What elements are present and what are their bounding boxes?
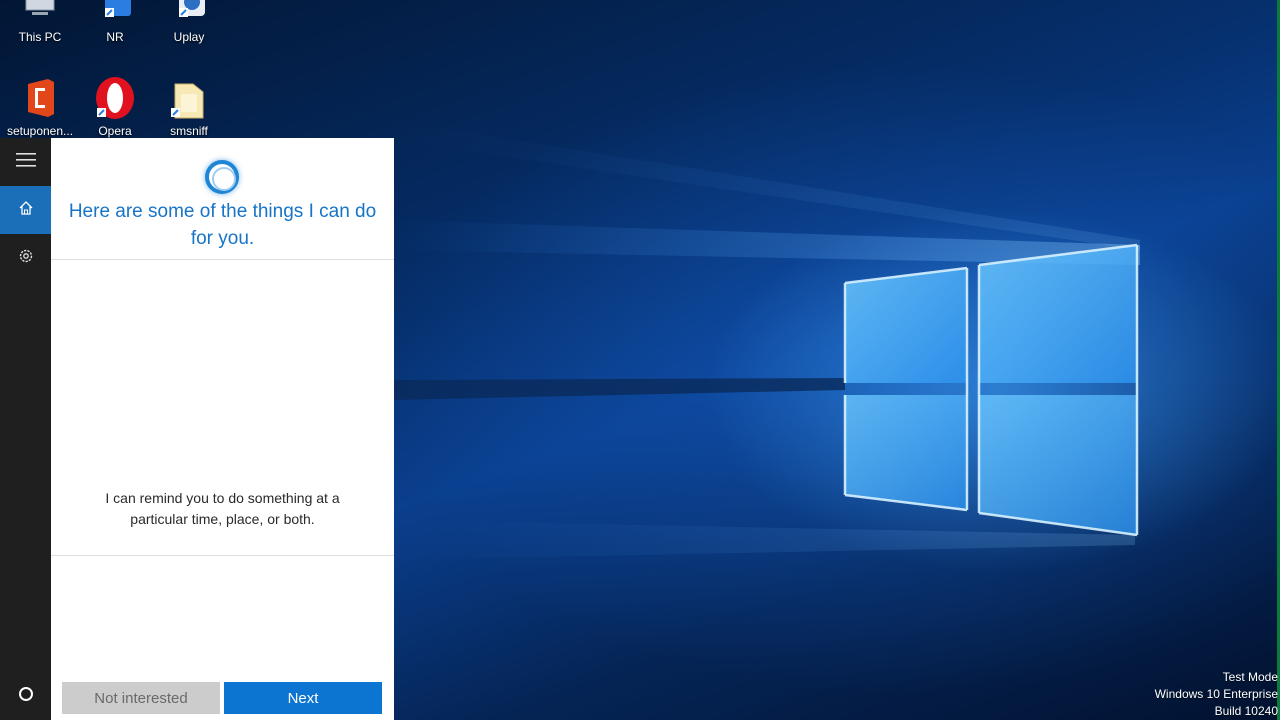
folder-icon [167, 76, 211, 120]
home-button[interactable] [0, 186, 51, 234]
divider [51, 259, 394, 260]
desktop-icon-opera[interactable]: Opera [79, 76, 151, 138]
computer-icon [18, 0, 62, 26]
cortana-button[interactable] [0, 672, 51, 720]
hamburger-menu-icon [15, 152, 36, 172]
office-setup-icon [18, 76, 62, 120]
not-interested-button[interactable]: Not interested [62, 682, 220, 714]
desktop-icon-label: Opera [98, 124, 132, 138]
desktop-icon-label: Uplay [173, 30, 205, 44]
next-button[interactable]: Next [224, 682, 382, 714]
divider [51, 555, 394, 556]
watermark-line: Test Mode [1222, 670, 1278, 684]
cortana-panel: Here are some of the things I can do for… [51, 138, 394, 720]
cortana-rail [0, 138, 51, 720]
gear-icon [17, 247, 35, 270]
settings-button[interactable] [0, 234, 51, 282]
desktop-icon-nr[interactable]: NR [79, 0, 151, 44]
desktop-icon-uplay[interactable]: Uplay [153, 0, 225, 44]
watermark-line: Build 10240 [1214, 704, 1278, 718]
desktop-icon-label: NR [106, 30, 124, 44]
cortana-logo-icon [205, 160, 239, 194]
opera-icon [93, 76, 137, 120]
home-icon [18, 200, 34, 221]
nr-app-icon [93, 0, 137, 26]
page-title: Here are some of the things I can do for… [68, 201, 377, 249]
desktop-icon-label: smsniff [170, 124, 208, 138]
hamburger-menu-button[interactable] [0, 138, 51, 186]
cortana-circle-icon [18, 686, 34, 707]
feature-description: I can remind you to do something at a pa… [105, 490, 340, 527]
desktop-icon-setuponenote[interactable]: setuponen... [4, 76, 76, 138]
desktop-icon-label: setuponen... [6, 124, 74, 138]
uplay-icon [167, 0, 211, 26]
watermark-line: Windows 10 Enterprise [1154, 687, 1278, 701]
desktop-icon-this-pc[interactable]: This PC [4, 0, 76, 44]
test-mode-watermark: Test Mode Windows 10 Enterprise Build 10… [1155, 669, 1278, 720]
desktop-icon-smsniff[interactable]: smsniff [153, 76, 225, 138]
desktop-icon-label: This PC [18, 30, 62, 44]
